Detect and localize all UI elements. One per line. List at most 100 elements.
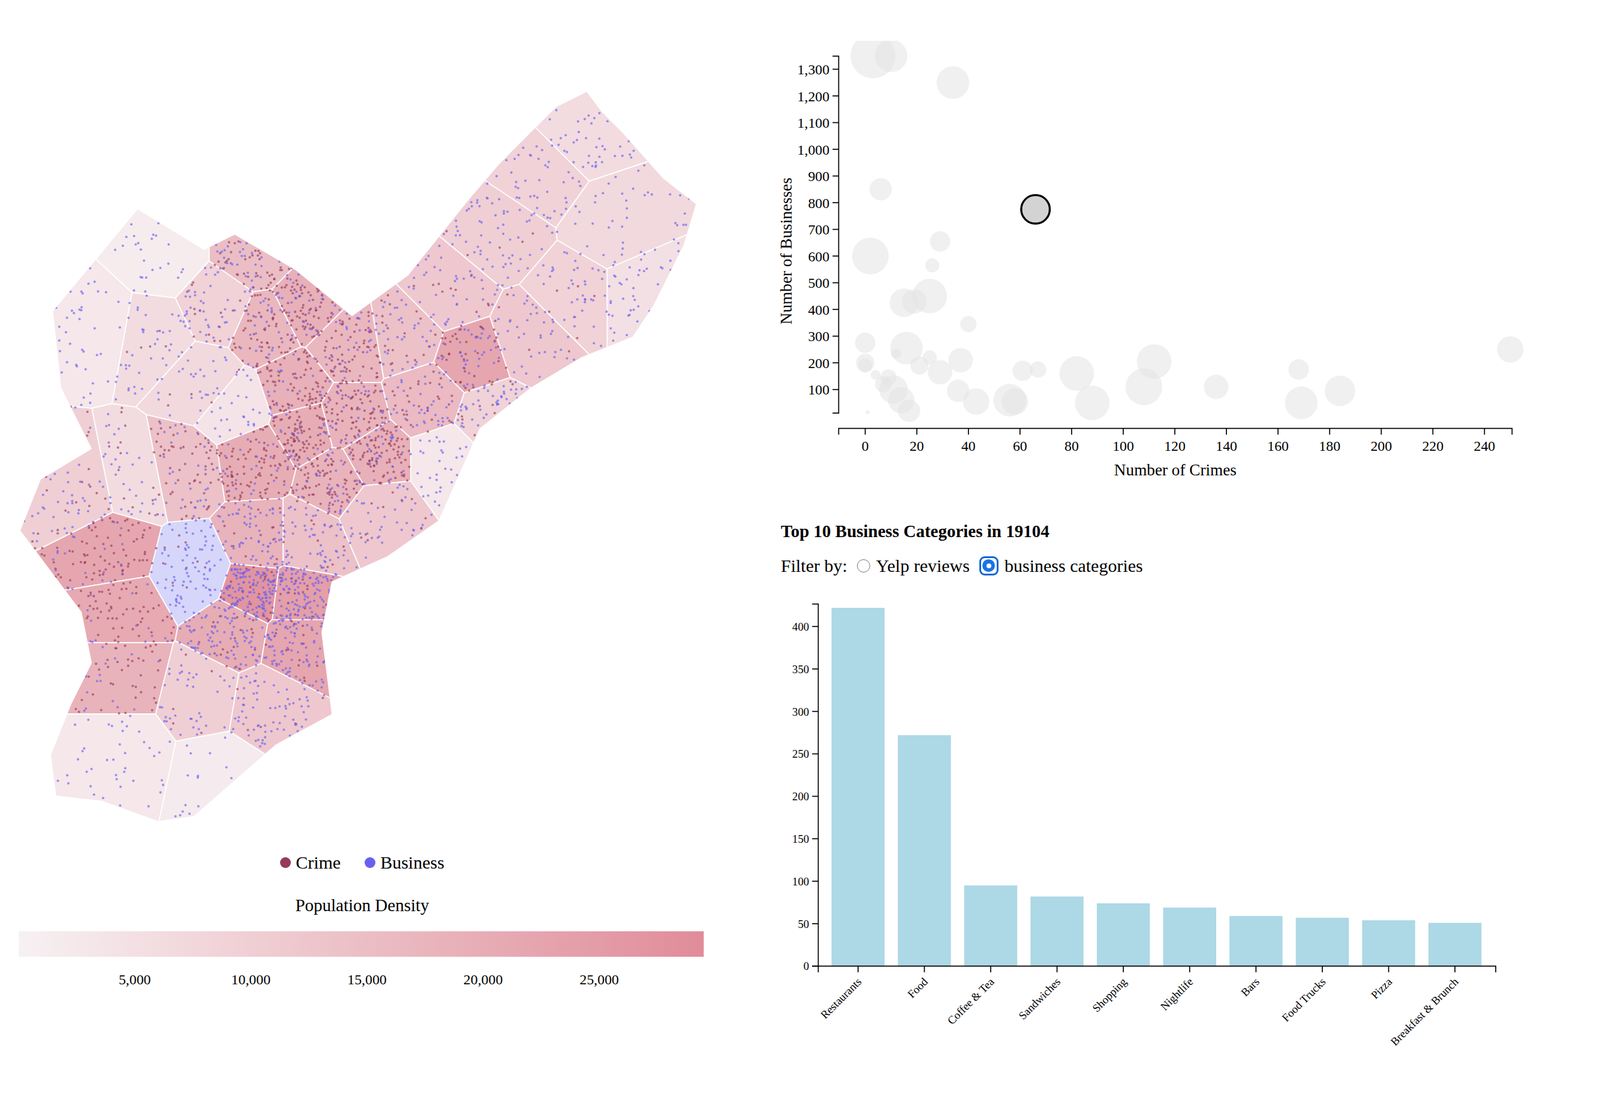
crime-dot	[345, 382, 348, 385]
zip-region[interactable]	[0, 642, 174, 715]
zip-region[interactable]	[155, 641, 239, 742]
crime-dot	[287, 426, 291, 429]
zip-region[interactable]	[489, 284, 631, 439]
crime-dot	[269, 464, 272, 468]
business-dot	[266, 391, 270, 394]
crime-dot	[217, 260, 220, 263]
crime-dot	[291, 489, 294, 492]
zip-region[interactable]	[408, 0, 725, 182]
crime-dot	[370, 450, 373, 453]
business-dot	[270, 413, 273, 417]
business-dot	[367, 320, 371, 323]
business-dot	[268, 412, 271, 415]
business-dot	[396, 335, 399, 339]
business-dot	[230, 401, 233, 405]
crime-dot	[290, 404, 294, 407]
business-dot	[145, 276, 148, 279]
crime-dot	[473, 434, 476, 437]
business-dot	[478, 220, 481, 223]
zip-region[interactable]	[209, 498, 284, 569]
business-dot	[151, 268, 154, 272]
crime-dot	[319, 301, 323, 305]
business-dot	[501, 265, 505, 269]
zip-region[interactable]	[0, 576, 179, 643]
business-dot	[58, 325, 61, 329]
zip-region[interactable]	[555, 136, 725, 270]
business-dot	[160, 377, 164, 381]
business-dot	[283, 483, 286, 487]
crime-dot	[330, 411, 333, 415]
business-dot	[506, 276, 510, 279]
crime-dot	[227, 494, 230, 498]
business-dot	[621, 241, 625, 245]
zip-region[interactable]	[209, 0, 373, 293]
business-dot	[584, 283, 587, 287]
business-dot	[440, 449, 443, 452]
business-dot	[82, 350, 85, 353]
crime-dot	[576, 337, 579, 340]
crime-dot	[364, 436, 367, 439]
crime-dot	[397, 453, 400, 457]
business-dot	[338, 510, 342, 513]
crime-dot	[234, 482, 237, 486]
crime-dot	[389, 440, 393, 443]
crime-dot	[356, 441, 359, 444]
business-dot	[298, 390, 302, 393]
business-dot	[495, 402, 499, 406]
crime-dot	[363, 409, 366, 412]
crime-dot	[395, 425, 399, 428]
business-dot	[628, 153, 631, 156]
crime-dot	[261, 428, 264, 432]
crime-dot	[314, 397, 317, 400]
business-dot	[543, 164, 547, 167]
crime-dot	[340, 410, 344, 413]
crime-dot	[436, 395, 439, 399]
crime-dot	[464, 386, 467, 390]
business-dot	[154, 234, 158, 237]
business-dot	[514, 380, 517, 384]
business-dot	[106, 380, 110, 383]
zip-region[interactable]	[453, 377, 725, 694]
business-dot	[425, 340, 428, 343]
zip-region[interactable]	[0, 714, 176, 853]
business-dot	[270, 309, 273, 312]
zip-region[interactable]	[260, 620, 725, 853]
business-dot	[467, 207, 471, 210]
crime-dot	[313, 452, 316, 456]
business-dot	[130, 223, 133, 226]
crime-dot	[277, 437, 280, 441]
business-dot	[152, 233, 155, 237]
business-dot	[355, 317, 359, 320]
business-dot	[260, 265, 263, 268]
business-dot	[241, 248, 245, 251]
business-dot	[465, 298, 468, 301]
crime-dot	[329, 470, 332, 474]
zip-region[interactable]	[152, 731, 418, 853]
business-dot	[540, 248, 543, 251]
business-dot	[426, 409, 429, 412]
zip-region[interactable]	[0, 0, 210, 299]
crime-dot	[412, 284, 415, 288]
crime-dot	[401, 408, 404, 412]
crime-dot	[378, 361, 381, 365]
zip-region[interactable]	[216, 423, 296, 502]
business-dot	[611, 314, 614, 318]
zip-region[interactable]	[410, 423, 725, 845]
business-dot	[134, 243, 137, 246]
zip-region[interactable]	[606, 218, 725, 556]
zip-region[interactable]	[0, 170, 132, 409]
zip-region[interactable]	[229, 663, 638, 853]
crime-dot	[231, 475, 234, 478]
crime-dot	[310, 401, 314, 405]
crime-dot	[319, 503, 323, 506]
business-dot	[91, 382, 95, 386]
crime-dot	[331, 460, 335, 463]
zip-region[interactable]	[338, 480, 591, 733]
crime-dot	[304, 486, 308, 490]
crime-dot	[239, 495, 242, 499]
crime-dot	[367, 420, 371, 424]
zip-region[interactable]	[146, 414, 225, 523]
business-dot	[167, 243, 170, 246]
business-dot	[212, 359, 215, 363]
business-dot	[119, 364, 123, 367]
